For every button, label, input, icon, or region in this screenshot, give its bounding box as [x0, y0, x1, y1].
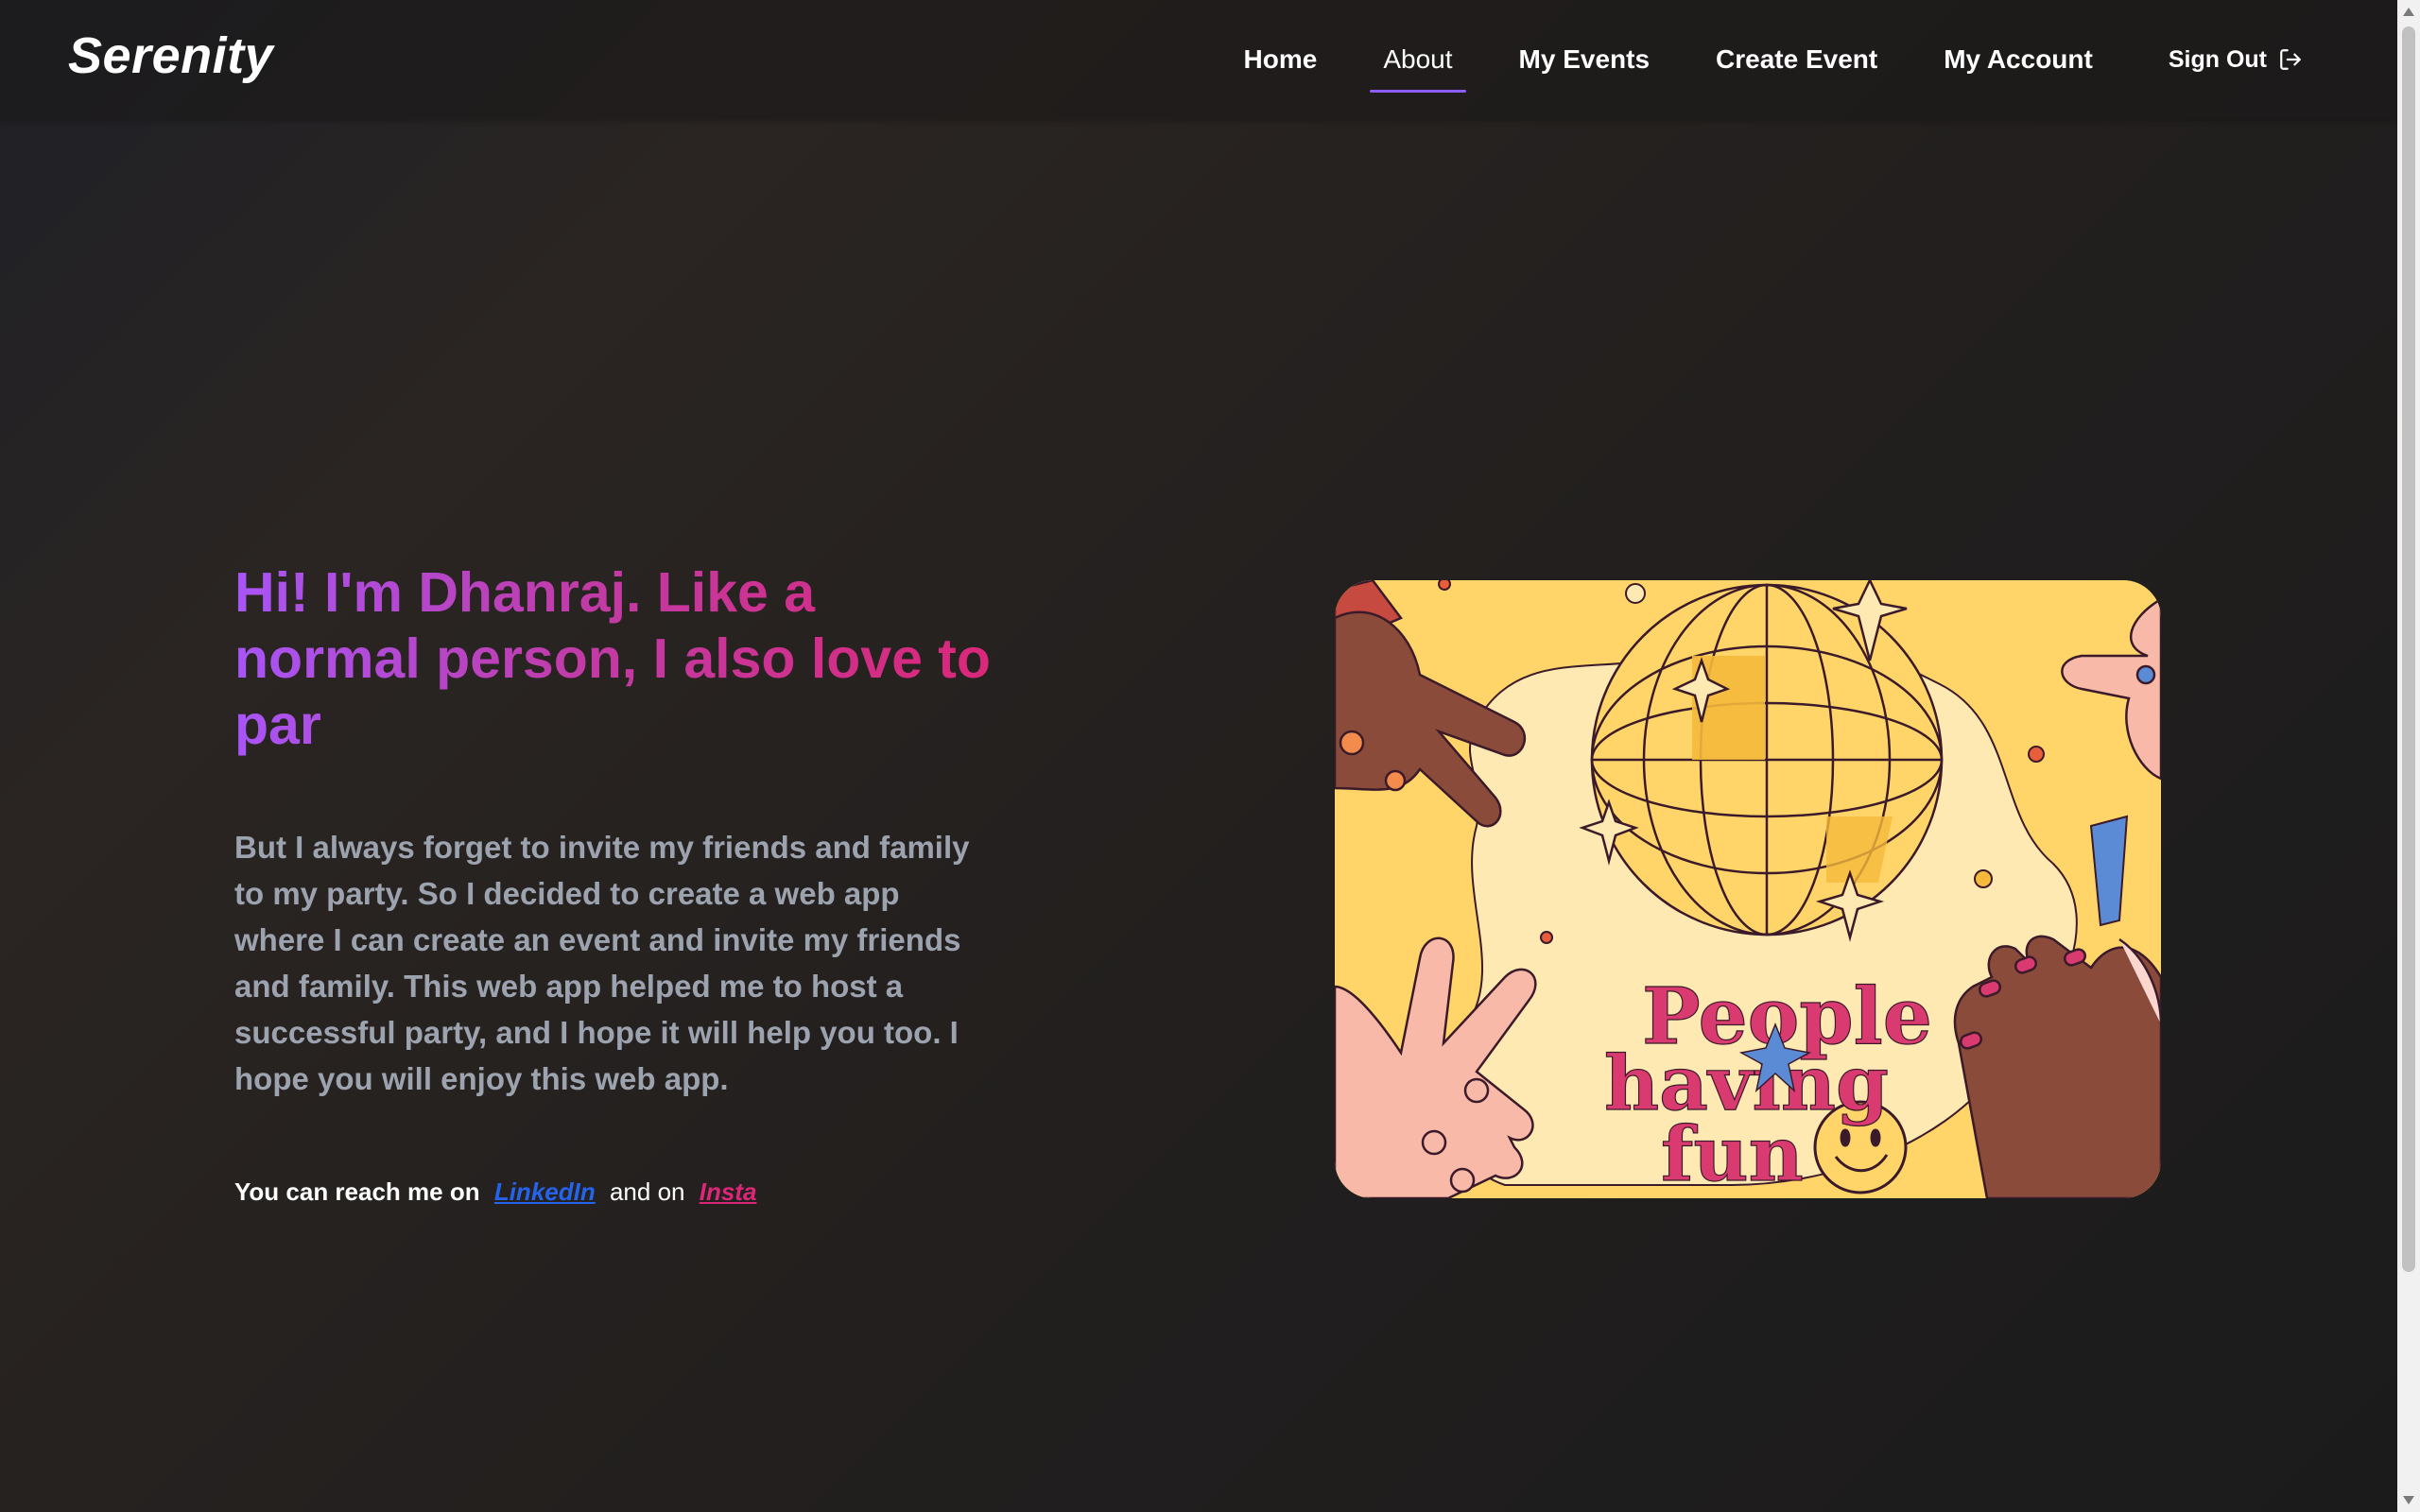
page: Serenity Home About My Events Create Eve… — [0, 0, 2397, 1512]
illustration-text-fun: fun — [1661, 1109, 1804, 1198]
sign-out-button[interactable]: Sign Out — [2169, 46, 2303, 74]
sign-out-label: Sign Out — [2168, 45, 2267, 73]
contact-prefix: You can reach me on — [234, 1177, 480, 1206]
nav-home-link[interactable]: Home — [1244, 0, 1318, 119]
contact-middle: and on — [609, 1177, 685, 1206]
scroll-up-arrow-icon[interactable] — [2403, 8, 2414, 16]
hero-paragraph: But I always forget to invite my friends… — [234, 830, 970, 1096]
sign-out-icon — [2280, 49, 2301, 70]
nav-create-event-link[interactable]: Create Event — [1716, 0, 1877, 119]
hero-title: Hi! I'm Dhanraj. Like a normal person, I… — [234, 559, 1010, 758]
scroll-thumb[interactable] — [2402, 26, 2415, 1272]
nav-about-link[interactable]: About — [1370, 0, 1466, 119]
insta-link[interactable]: Insta — [700, 1177, 757, 1206]
contact-line: You can reach me on LinkedIn and on Inst… — [234, 1177, 764, 1207]
brand-logo[interactable]: Serenity — [68, 26, 273, 85]
vertical-scrollbar[interactable] — [2397, 0, 2420, 1512]
nav-my-events-link[interactable]: My Events — [1519, 0, 1651, 119]
scroll-down-arrow-icon[interactable] — [2403, 1496, 2414, 1504]
linkedin-link[interactable]: LinkedIn — [494, 1177, 596, 1206]
party-illustration: People having fun — [1335, 580, 2161, 1198]
navbar: Serenity Home About My Events Create Eve… — [0, 0, 2397, 119]
nav-links: Home About My Events Create Event My Acc… — [1244, 0, 2397, 119]
nav-my-account-link[interactable]: My Account — [1944, 0, 2093, 119]
